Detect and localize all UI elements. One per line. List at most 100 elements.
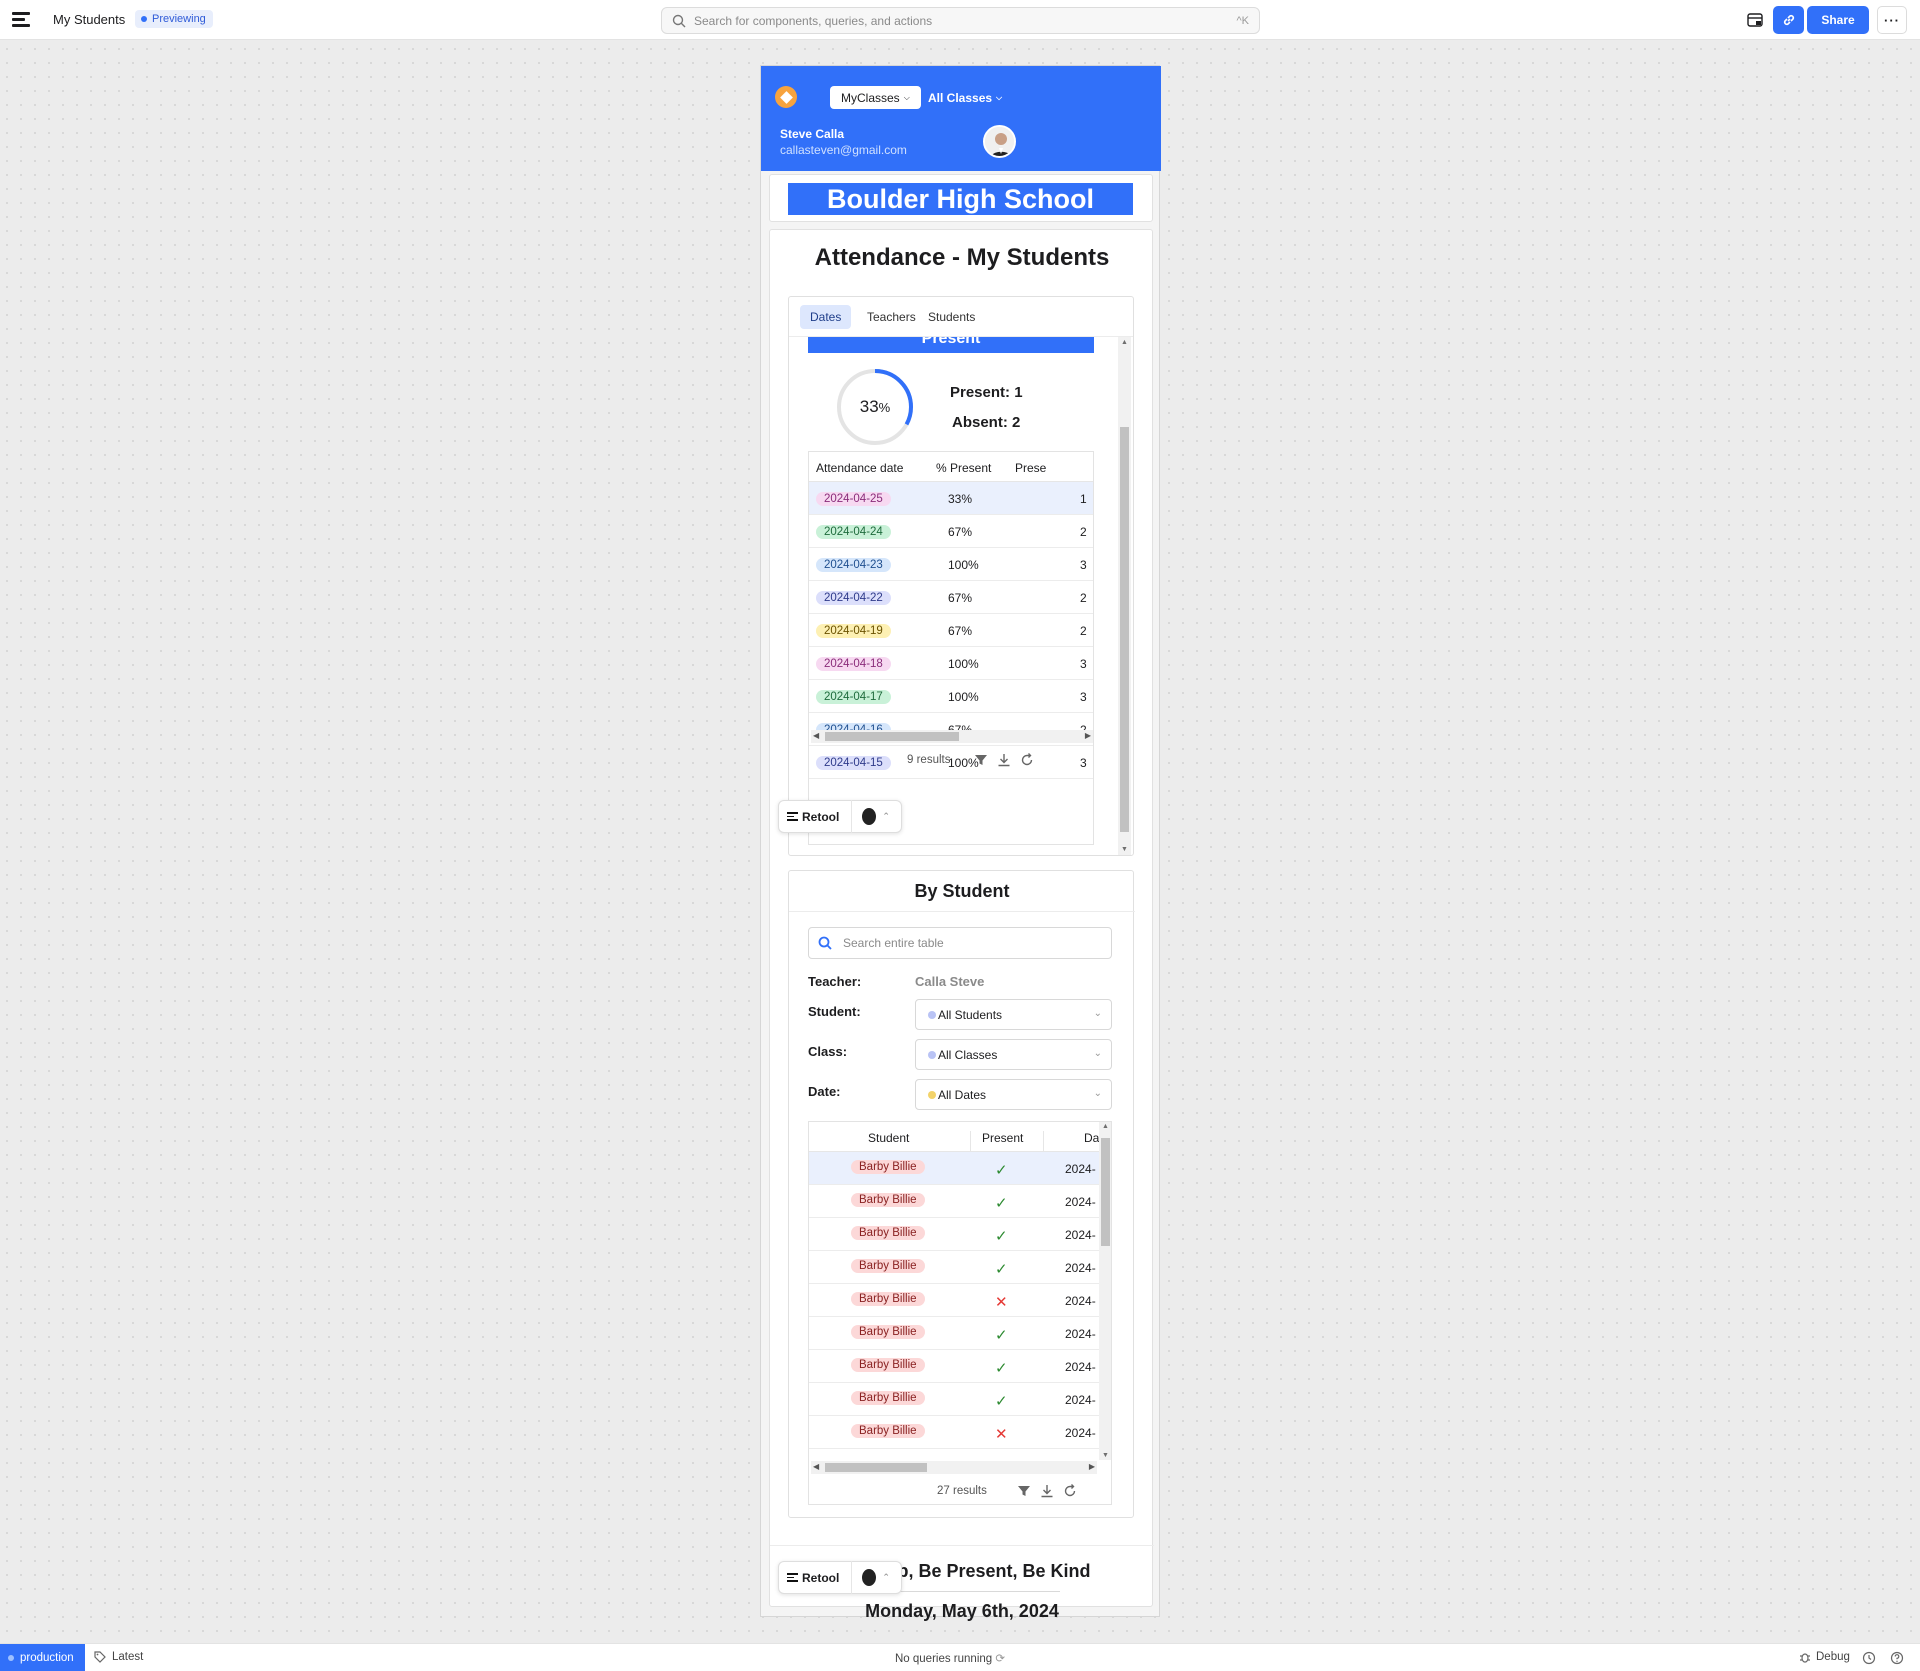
- share-button[interactable]: Share: [1807, 6, 1869, 34]
- student-table-scrollbar[interactable]: ▲ ▼: [1099, 1122, 1111, 1460]
- teacher-label: Teacher:: [808, 974, 862, 989]
- chevron-up-icon: ⌃: [882, 1572, 890, 1582]
- filter-icon[interactable]: [1017, 1484, 1031, 1498]
- column-header[interactable]: Prese: [1015, 461, 1046, 475]
- percent-cell: 33%: [948, 492, 973, 506]
- chevron-down-icon: ⌵: [903, 92, 910, 102]
- avatar[interactable]: [983, 125, 1016, 158]
- check-icon: ✓: [995, 1228, 1008, 1245]
- student-select[interactable]: All Students ⌄: [915, 999, 1112, 1030]
- student-table: Student Present Da Barby Billie ✓ 2024- Bar…: [808, 1121, 1112, 1505]
- student-search-input[interactable]: Search entire table: [808, 927, 1112, 959]
- date-pill: 2024-04-23: [816, 558, 891, 572]
- dates-table-header: Attendance date % Present Prese: [809, 452, 1093, 482]
- retool-badge[interactable]: Retool ⌃: [778, 1561, 902, 1594]
- download-icon[interactable]: [1040, 1484, 1054, 1498]
- tab-teachers[interactable]: Teachers: [857, 305, 926, 329]
- app-header: MyClasses ⌵ All Classes ⌵ Steve Calla call…: [761, 66, 1161, 171]
- table-row[interactable]: 2024-04-24 67% 2: [809, 515, 1093, 548]
- table-row[interactable]: 2024-04-17 100% 3: [809, 680, 1093, 713]
- tab-dates[interactable]: Dates: [800, 305, 852, 329]
- table-row[interactable]: Barby Billie ✓ 2024-: [809, 1152, 1099, 1185]
- menu-icon[interactable]: [12, 12, 30, 28]
- column-header[interactable]: % Present: [936, 461, 991, 475]
- table-row[interactable]: 2024-04-23 100% 3: [809, 548, 1093, 581]
- date-label: Date:: [808, 1084, 841, 1099]
- tab-students[interactable]: Students: [918, 305, 985, 329]
- retool-logo-icon: [787, 812, 798, 822]
- present-cell: 1: [1080, 492, 1087, 506]
- history-icon[interactable]: [1862, 1651, 1876, 1665]
- environment-button[interactable]: production: [0, 1644, 85, 1671]
- page-title: Attendance - My Students: [814, 244, 1110, 271]
- student-pill: Barby Billie: [851, 1193, 925, 1207]
- nav-myclasses-button[interactable]: MyClasses ⌵: [830, 86, 921, 109]
- student-pill: Barby Billie: [851, 1292, 925, 1306]
- table-row[interactable]: 2024-04-19 67% 2: [809, 614, 1093, 647]
- table-row[interactable]: Barby Billie ✕ 2024-: [809, 1284, 1099, 1317]
- table-row[interactable]: 2024-04-18 100% 3: [809, 647, 1093, 680]
- date-cell: 2024-: [1065, 1426, 1096, 1440]
- horizontal-scrollbar[interactable]: ◀ ▶: [811, 730, 1093, 743]
- present-cell: 3: [1080, 657, 1087, 671]
- attendance-card: Attendance - My Students Dates Teachers …: [769, 229, 1154, 1621]
- present-cell: 3: [1080, 558, 1087, 572]
- column-header[interactable]: Present: [982, 1131, 1023, 1145]
- branch-button[interactable]: Latest: [94, 1651, 143, 1663]
- percent-cell: 100%: [948, 690, 979, 704]
- table-row[interactable]: Barby Billie ✓ 2024-: [809, 1218, 1099, 1251]
- link-button[interactable]: [1773, 6, 1804, 34]
- current-date: Monday, May 6th, 2024: [865, 1601, 1059, 1621]
- filter-icon[interactable]: [974, 753, 988, 767]
- date-pill: 2024-04-17: [816, 690, 891, 704]
- table-row[interactable]: 2024-04-22 67% 2: [809, 581, 1093, 614]
- check-icon: ✓: [995, 1162, 1008, 1179]
- present-cell: 2: [1080, 591, 1087, 605]
- retool-badge[interactable]: Retool ⌃: [778, 800, 902, 833]
- class-select[interactable]: All Classes ⌄: [915, 1039, 1112, 1070]
- table-row[interactable]: Barby Billie ✕ 2024-: [809, 1416, 1099, 1449]
- date-select[interactable]: All Dates ⌄: [915, 1079, 1112, 1110]
- refresh-icon: ⟳: [995, 1653, 1006, 1665]
- help-icon[interactable]: [1890, 1651, 1904, 1665]
- column-header[interactable]: Attendance date: [816, 461, 903, 475]
- panel-scrollbar[interactable]: ▲ ▼: [1118, 337, 1131, 855]
- cross-icon: ✕: [995, 1426, 1008, 1443]
- retool-logo-icon: [787, 1573, 798, 1583]
- student-pill: Barby Billie: [851, 1358, 925, 1372]
- table-row[interactable]: Barby Billie ✓ 2024-: [809, 1350, 1099, 1383]
- date-cell: 2024-: [1065, 1195, 1096, 1209]
- debug-button[interactable]: Debug: [1799, 1651, 1850, 1663]
- date-cell: 2024-: [1065, 1393, 1096, 1407]
- date-pill: 2024-04-25: [816, 492, 891, 506]
- refresh-icon[interactable]: [1020, 753, 1034, 767]
- nav-allclasses-button[interactable]: All Classes ⌵: [928, 86, 1002, 109]
- layout-icon[interactable]: [1740, 6, 1770, 34]
- check-icon: ✓: [995, 1327, 1008, 1344]
- column-header[interactable]: Student: [868, 1131, 909, 1145]
- chevron-down-icon: ⌄: [1093, 1008, 1102, 1019]
- user-name: Steve Calla: [780, 127, 845, 141]
- column-header[interactable]: Da: [1084, 1131, 1099, 1145]
- bug-icon: [1800, 1653, 1810, 1663]
- horizontal-scrollbar[interactable]: ◀ ▶: [811, 1461, 1097, 1474]
- table-row[interactable]: 2024-04-25 33% 1: [809, 482, 1093, 515]
- teacher-value: Calla Steve: [915, 974, 985, 989]
- class-label: Class:: [808, 1044, 848, 1059]
- student-pill: Barby Billie: [851, 1325, 925, 1339]
- percent-cell: 100%: [948, 657, 979, 671]
- search-icon: [672, 14, 686, 27]
- table-row[interactable]: Barby Billie ✓ 2024-: [809, 1185, 1099, 1218]
- more-icon[interactable]: ···: [1877, 6, 1907, 34]
- refresh-icon[interactable]: [1063, 1484, 1077, 1498]
- table-row[interactable]: Barby Billie ✓ 2024-: [809, 1317, 1099, 1350]
- table-row[interactable]: Barby Billie ✓ 2024-: [809, 1383, 1099, 1416]
- app-canvas: MyClasses ⌵ All Classes ⌵ Steve Calla call…: [760, 65, 1161, 1621]
- global-search-input[interactable]: Search for components, queries, and acti…: [661, 7, 1260, 34]
- student-pill: Barby Billie: [851, 1424, 925, 1438]
- download-icon[interactable]: [997, 753, 1011, 767]
- present-count: Present: 1: [950, 384, 1023, 401]
- table-row[interactable]: Barby Billie ✓ 2024-: [809, 1251, 1099, 1284]
- date-pill: 2024-04-22: [816, 591, 891, 605]
- tab-bar: Dates Teachers Students: [789, 297, 1133, 337]
